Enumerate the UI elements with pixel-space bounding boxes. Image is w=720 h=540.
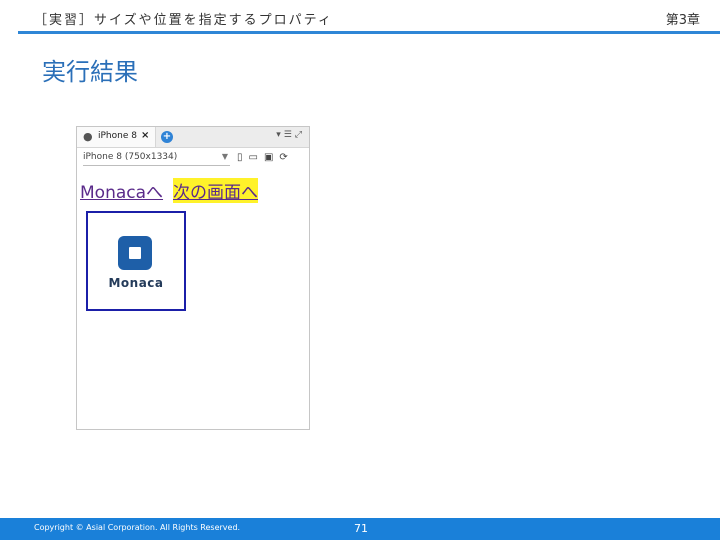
simulator-window: ● iPhone 8 × + ▾☰⤢ iPhone 8 (750x1334) ▼… (76, 126, 310, 430)
device-tab[interactable]: ● iPhone 8 × (77, 127, 156, 147)
monaca-logo-box[interactable]: Monaca (86, 211, 186, 311)
simulator-tabbar: ● iPhone 8 × + ▾☰⤢ (77, 127, 309, 148)
chapter-label: 第3章 (665, 13, 700, 28)
chevron-down-icon: ▼ (221, 152, 228, 161)
device-viewport: Monacaへ 次の画面へ Monaca (77, 173, 309, 429)
footer-bar: Copyright © Asial Corporation. All Right… (0, 518, 720, 540)
monaca-link[interactable]: Monacaへ (80, 178, 163, 203)
close-icon[interactable]: × (141, 130, 149, 141)
toolbar-icons[interactable]: ▾☰⤢ (276, 130, 305, 140)
device-control-icons[interactable]: ▯▭▣⟳ (237, 152, 294, 163)
add-tab-icon[interactable]: + (161, 131, 173, 143)
device-select-value: iPhone 8 (750x1334) (83, 152, 178, 162)
device-tab-label: iPhone 8 (98, 131, 137, 141)
slide-header-title: ［実習］サイズや位置を指定するプロパティ (34, 13, 333, 28)
header-divider (18, 31, 720, 34)
copyright-text: Copyright © Asial Corporation. All Right… (34, 523, 241, 532)
section-title: 実行結果 (42, 58, 138, 86)
monaca-logo-text: Monaca (108, 276, 164, 290)
next-screen-link[interactable]: 次の画面へ (173, 178, 258, 203)
device-select[interactable]: iPhone 8 (750x1334) ▼ (83, 151, 230, 166)
page-number: 71 (354, 522, 368, 535)
monaca-logo-icon (118, 236, 152, 270)
apple-icon: ● (83, 130, 93, 143)
